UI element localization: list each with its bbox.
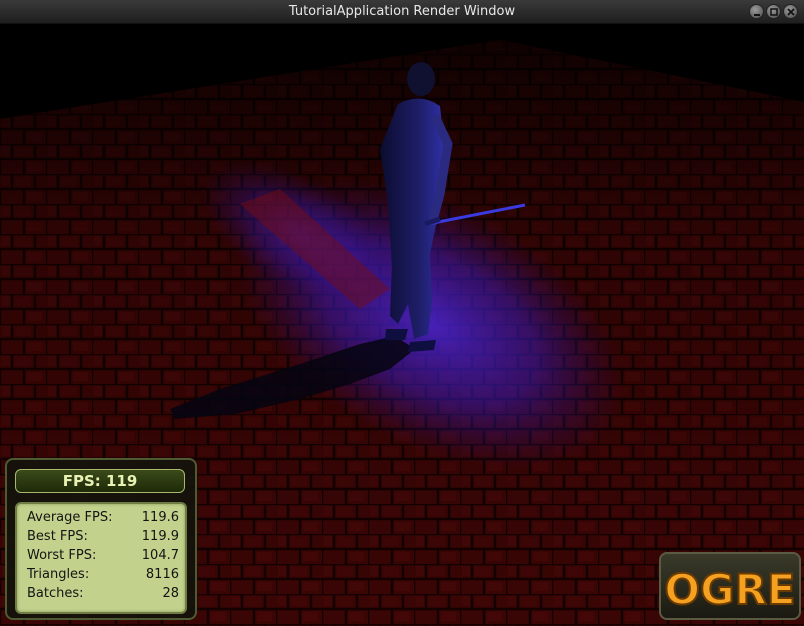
stat-label: Worst FPS:	[27, 548, 97, 563]
window-title: TutorialApplication Render Window	[288, 4, 516, 19]
stat-row-best-fps: Best FPS: 119.9	[27, 529, 179, 547]
stat-row-batches: Batches: 28	[27, 586, 179, 604]
fps-label: FPS:	[62, 472, 101, 490]
maximize-icon	[770, 8, 778, 16]
3d-viewport[interactable]: FPS: 119 Average FPS: 119.6 Best FPS: 11…	[0, 24, 804, 626]
stat-label: Average FPS:	[27, 510, 113, 525]
stat-row-worst-fps: Worst FPS: 104.7	[27, 548, 179, 566]
stat-row-triangles: Triangles: 8116	[27, 567, 179, 585]
stat-row-average-fps: Average FPS: 119.6	[27, 510, 179, 528]
close-icon	[787, 8, 795, 16]
stat-label: Best FPS:	[27, 529, 88, 544]
stat-value: 119.9	[141, 529, 179, 544]
detailed-stats: Average FPS: 119.6 Best FPS: 119.9 Worst…	[15, 502, 187, 614]
title-bar[interactable]: TutorialApplication Render Window	[0, 0, 804, 24]
close-button[interactable]	[783, 4, 798, 19]
stats-panel: FPS: 119 Average FPS: 119.6 Best FPS: 11…	[5, 458, 197, 620]
ogre-logo: OGRE	[659, 552, 801, 620]
ogre-logo-text: OGRE	[664, 565, 795, 614]
minimize-button[interactable]	[749, 4, 764, 19]
stat-value: 119.6	[141, 510, 179, 525]
stat-value: 104.7	[141, 548, 179, 563]
fps-display: FPS: 119	[15, 469, 185, 493]
stat-label: Triangles:	[27, 567, 90, 582]
render-window: TutorialApplication Render Window FPS: 1…	[0, 0, 804, 626]
stat-value: 28	[162, 586, 179, 601]
ogre-logo-graphic: OGRE	[663, 564, 796, 615]
fps-value: 119	[105, 472, 138, 490]
minimize-icon	[754, 14, 760, 16]
stat-label: Batches:	[27, 586, 84, 601]
maximize-button[interactable]	[766, 4, 781, 19]
stat-value: 8116	[145, 567, 179, 582]
